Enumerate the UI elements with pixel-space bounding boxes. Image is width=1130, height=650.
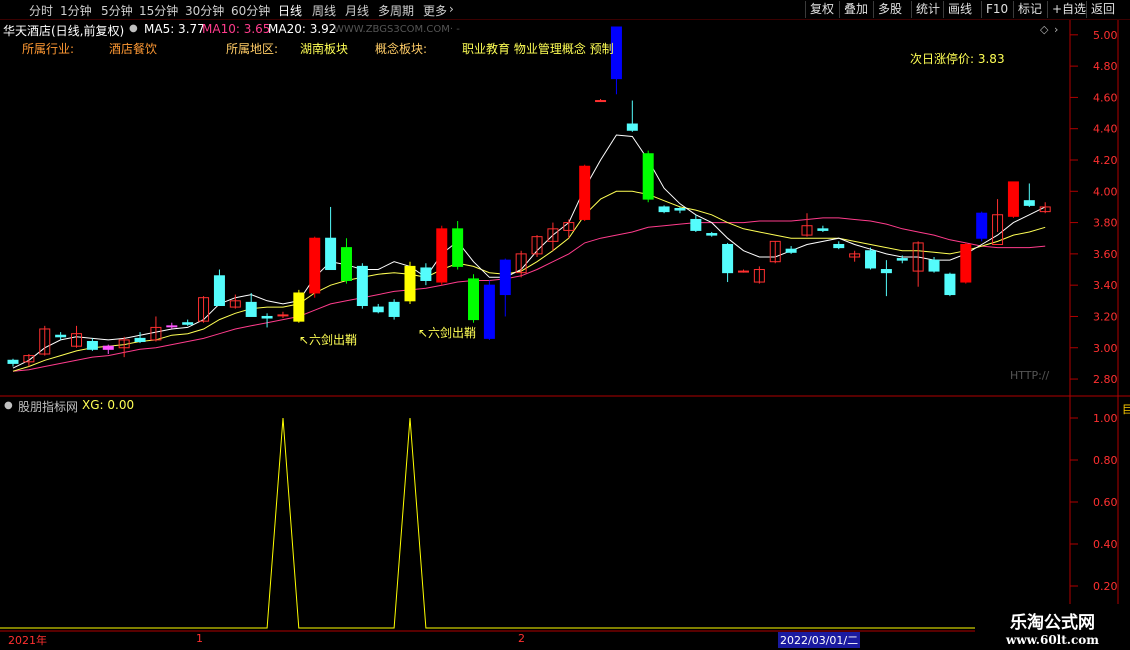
candle-body [690,218,702,231]
candle-body [499,259,511,296]
candle-body [595,100,607,103]
indicator-title: 股朋指标网 [18,400,79,414]
candle-body [579,165,591,220]
candle-body [658,206,670,213]
chevron-right-icon[interactable]: › [1054,23,1058,36]
watermark-logo: 乐淘公式网 www.60lt.com [975,604,1130,650]
indicator-tick-label: 0.80 [1093,454,1118,467]
concept-value: 职业教育 物业管理概念 预制 [462,42,614,56]
cursor-date: 2022/03/01/二 [778,632,861,648]
date-month-2: 2 [518,632,525,645]
indicator-tick-label: 0.60 [1093,496,1118,509]
candle-body [325,237,337,271]
price-tick-label: 5.00 [1093,29,1118,42]
candle-body [452,228,464,267]
indicator-tick-label: 0.20 [1093,580,1118,593]
candle-body [166,325,178,328]
price-chart[interactable]: 5.00 4.80 4.60 4.40 4.20 4.00 3.80 3.60 3.40 3.20… [0,0,1130,650]
candle-body [245,301,257,317]
date-month-1: 1 [196,632,203,645]
candle-body [293,292,305,322]
price-tick-label: 3.60 [1093,248,1118,261]
candle-body [976,212,988,239]
chevron-down-icon[interactable]: ● [4,400,13,411]
ma10-label: MA10: 3.65 [202,22,271,36]
ma20-line [12,217,1046,372]
ma5-label: MA5: 3.77 [144,22,205,36]
candle-body [420,267,432,281]
ma5-line [12,134,1046,369]
candle-body [372,306,384,313]
date-year: 2021年 [8,634,47,647]
price-tick-label: 3.80 [1093,217,1118,230]
industry-label: 所属行业: [22,42,75,56]
candle-body [626,123,638,131]
stock-title: 华天酒店(日线,前复权) [3,24,125,38]
region-value: 湖南板块 [300,42,349,56]
price-tick-label: 3.20 [1093,310,1118,323]
candle-body [213,275,225,307]
candle-body [928,259,940,272]
candle-body [277,314,289,317]
candle-body [865,250,877,269]
candle-body [674,208,686,211]
candle-body [404,265,416,302]
candle-body [356,265,368,307]
candle-body [7,359,19,364]
candle-body [880,269,892,274]
candle-body [86,340,98,350]
price-tick-label: 4.00 [1093,185,1118,198]
indicator-tick-label: 0.40 [1093,538,1118,551]
ma10-line [12,190,1046,372]
candle-body [960,243,972,283]
candle-body [833,243,845,249]
candle-body [944,273,956,296]
xg-signal-line [0,417,1070,629]
price-tick-label: 2.80 [1093,373,1118,386]
indicator-side-marker: 目 [1122,403,1130,416]
candle-body [102,345,114,350]
price-tick-label: 4.20 [1093,154,1118,167]
candle-body [436,228,448,283]
price-tick-label: 4.40 [1093,123,1118,136]
candle-body [340,247,352,281]
date-axis: 2021年 1 2 2022/03/01/二 [0,631,1070,650]
price-tick-label: 3.00 [1093,342,1118,355]
ma20-label: MA20: 3.92 [268,22,337,36]
candle-body [1007,181,1019,217]
price-tick-label: 4.80 [1093,60,1118,73]
candle-body [468,278,480,321]
signal-label: ↖六剑出鞘 [299,333,358,347]
price-tick-label: 3.40 [1093,279,1118,292]
candle-body [388,301,400,317]
candle-body [706,233,718,236]
chevron-down-icon[interactable]: ● [129,23,138,34]
candle-body [785,248,797,253]
candle-body [309,237,321,294]
candle-body [817,228,829,231]
limit-up-price: 次日涨停价: 3.83 [910,52,1005,66]
candle-body [722,243,734,274]
candle-body [261,315,273,319]
industry-value: 酒店餐饮 [109,42,158,56]
candle-body [737,270,749,273]
site-url: WWW.ZBGS3COM.COM· - [334,24,460,35]
signal-label: ↖六剑出鞘 [418,326,477,340]
candle-body [483,284,495,339]
candle-body [182,322,194,325]
xg-value: XG: 0.00 [82,398,135,412]
watermark-url: www.60lt.com [1006,633,1099,647]
candle-body [896,258,908,261]
http-label: HTTP:// [1010,369,1050,382]
candle-body [134,337,146,342]
region-label: 所属地区: [226,42,279,56]
candle-body [1023,200,1035,206]
diamond-icon[interactable]: ◇ [1040,23,1049,36]
candle-body [55,334,67,338]
price-tick-label: 4.60 [1093,91,1118,104]
concept-label: 概念板块: [375,42,428,56]
indicator-tick-label: 1.00 [1093,412,1118,425]
watermark-title: 乐淘公式网 [1010,613,1095,633]
candle-body [642,153,654,200]
